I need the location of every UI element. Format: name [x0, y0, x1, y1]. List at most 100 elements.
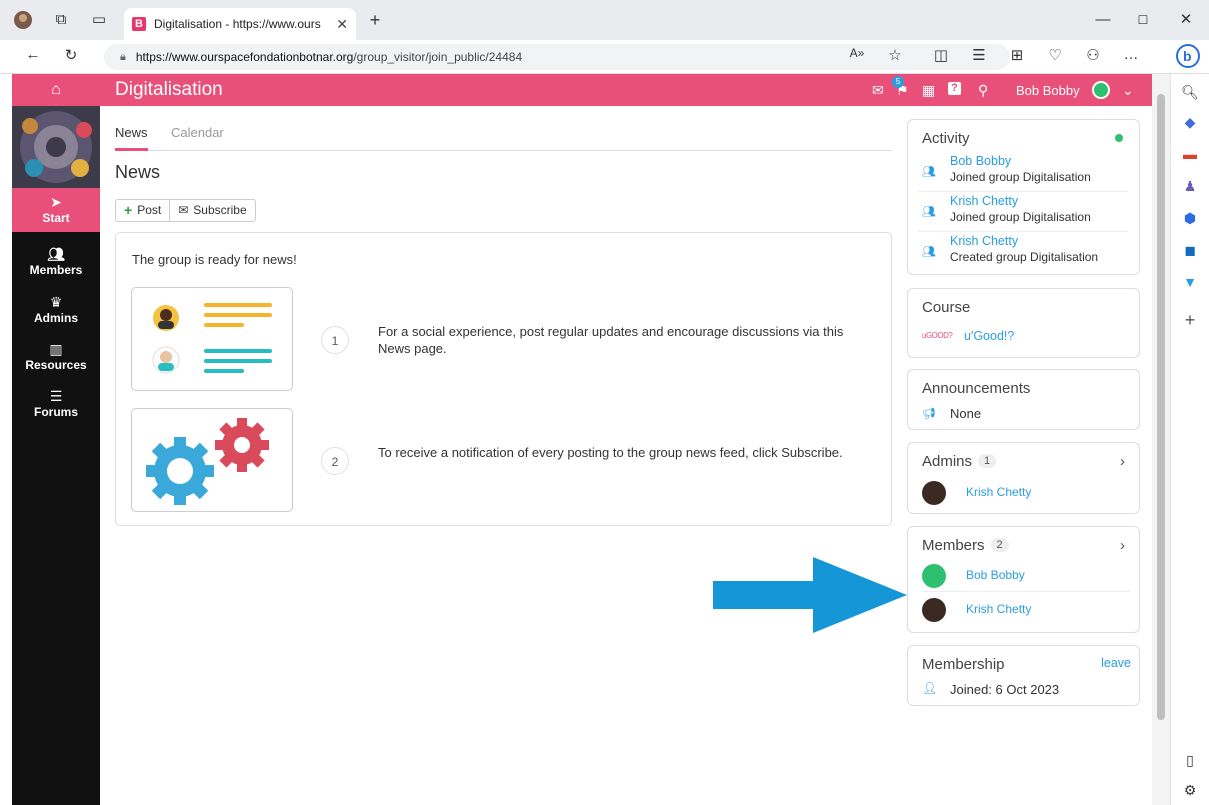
members-count-badge: 2 — [990, 538, 1009, 552]
step-text: For a social experience, post regular up… — [378, 324, 844, 356]
page-scrollbar[interactable] — [1152, 74, 1170, 805]
scrollbar-thumb[interactable] — [1157, 94, 1165, 720]
joined-date: Joined: 6 Oct 2023 — [950, 682, 1060, 697]
lock-icon: 🔒︎ — [120, 50, 126, 63]
step-number: 1 — [321, 326, 349, 354]
svg-text:b: b — [1183, 48, 1192, 64]
activity-description: Joined group Digitalisation — [950, 170, 1091, 184]
left-navigation: ➤ Start 👥︎ Members ♛ Admins ▥ Resources … — [12, 106, 100, 805]
admins-count-badge: 1 — [978, 454, 997, 468]
subscribe-button[interactable]: ✉ Subscribe — [169, 200, 254, 221]
member-row[interactable]: Krish Chetty — [922, 594, 1130, 626]
tab-calendar[interactable]: Calendar — [171, 125, 224, 146]
tools-icon[interactable]: ▬ — [1171, 146, 1209, 162]
news-empty-panel: The group is ready for news! 1 For a soc… — [115, 232, 892, 526]
split-screen-icon[interactable]: ◫ — [930, 46, 952, 64]
tab-news[interactable]: News — [115, 125, 148, 151]
close-window-icon[interactable]: ✕ — [1175, 10, 1197, 30]
activity-user-link[interactable]: Krish Chetty — [950, 234, 1018, 248]
announcements-title: Announcements — [922, 380, 1031, 397]
admin-name-link[interactable]: Krish Chetty — [966, 485, 1031, 499]
copilot-icon[interactable]: b — [1176, 44, 1200, 72]
activity-user-link[interactable]: Krish Chetty — [950, 194, 1018, 208]
refresh-icon[interactable]: ↻ — [60, 46, 82, 64]
maximize-icon[interactable]: ☐ — [1132, 10, 1154, 30]
drop-icon[interactable]: ▼ — [1171, 274, 1209, 290]
avatar — [922, 564, 946, 588]
member-name-link[interactable]: Bob Bobby — [966, 568, 1025, 582]
search-icon[interactable]: 🔍︎ — [1171, 84, 1209, 101]
members-card[interactable]: Members 2 › Bob Bobby Krish Chetty — [907, 526, 1140, 633]
chevron-down-icon[interactable]: ⌄ — [1122, 82, 1134, 98]
admin-row[interactable]: Krish Chetty — [922, 477, 1130, 509]
user-name[interactable]: Bob Bobby — [1016, 83, 1080, 98]
sidebar-layout-icon[interactable]: ▯ — [1171, 752, 1209, 769]
membership-card: Membership leave 👤︎ Joined: 6 Oct 2023 — [907, 645, 1140, 706]
games-icon[interactable]: ♟ — [1171, 178, 1209, 195]
page-title: News — [115, 162, 161, 182]
gears-illustration — [131, 408, 293, 512]
nav-label-resources: Resources — [25, 358, 87, 372]
activity-item: 👥︎ Krish Chetty Joined group Digitalisat… — [918, 194, 1128, 232]
extensions-icon[interactable]: ⚇ — [1082, 46, 1104, 64]
activity-title: Activity — [922, 130, 970, 147]
content-tabs: News Calendar — [115, 125, 892, 151]
activity-user-link[interactable]: Bob Bobby — [950, 154, 1011, 168]
office-icon[interactable]: ⬢ — [1171, 210, 1209, 227]
home-icon[interactable]: ⌂ — [12, 74, 100, 106]
calendar-icon[interactable]: ▦ — [922, 82, 935, 98]
shopping-tag-icon[interactable]: ◆ — [1171, 114, 1209, 131]
nav-item-start[interactable]: ➤ Start — [12, 188, 100, 232]
tab-title: Digitalisation - https://www.ours — [154, 17, 321, 31]
more-options-icon[interactable]: … — [1120, 46, 1142, 63]
close-tab-icon[interactable]: ✕ — [336, 16, 348, 33]
chevron-right-icon[interactable]: › — [1120, 537, 1125, 554]
user-avatar[interactable] — [1092, 81, 1110, 99]
crown-icon: ♛ — [49, 294, 63, 310]
nav-item-forums[interactable]: ☰ Forums — [12, 382, 100, 426]
nav-label-admins: Admins — [33, 311, 78, 325]
workspaces-icon[interactable]: ⧉ — [50, 10, 72, 30]
browser-essentials-icon[interactable]: ♡ — [1044, 46, 1066, 64]
member-name-link[interactable]: Krish Chetty — [966, 602, 1031, 616]
news-button-group: + Post ✉ Subscribe — [115, 199, 256, 222]
leave-link[interactable]: leave — [1101, 656, 1131, 670]
nav-item-resources[interactable]: ▥ Resources — [12, 335, 100, 379]
outlook-icon[interactable]: ◼ — [1171, 242, 1209, 259]
minimize-icon[interactable]: — — [1092, 10, 1114, 30]
member-row[interactable]: Bob Bobby — [922, 560, 1130, 592]
course-card: Course uGOOD? u'Good!? — [907, 288, 1140, 358]
browser-tab-bar: ⧉ ▭ B Digitalisation - https://www.ours … — [0, 0, 1209, 40]
favorites-icon[interactable]: ☰ — [968, 46, 990, 64]
favorite-star-icon[interactable]: ☆ — [884, 46, 906, 64]
plus-icon: + — [124, 202, 133, 218]
course-title: Course — [922, 299, 971, 316]
new-tab-button[interactable]: + — [364, 10, 386, 30]
read-aloud-icon[interactable]: A» — [846, 46, 868, 60]
mail-icon[interactable]: ✉ — [872, 82, 884, 98]
url-field[interactable]: 🔒︎ https://www.ourspacefondationbotnar.o… — [104, 44, 1010, 70]
person-icon: 👤︎ — [922, 681, 938, 695]
settings-gear-icon[interactable]: ⚙ — [1171, 782, 1209, 799]
profile-avatar-icon[interactable] — [12, 10, 34, 36]
chevron-right-icon[interactable]: › — [1120, 453, 1125, 470]
help-icon[interactable]: ? — [948, 82, 961, 95]
activity-item: 👥︎ Krish Chetty Created group Digitalisa… — [918, 234, 1128, 272]
add-sidebar-icon[interactable]: + — [1171, 310, 1209, 331]
notification-badge: 5 — [892, 76, 904, 88]
admins-card[interactable]: Admins 1 › Krish Chetty — [907, 442, 1140, 514]
collections-icon[interactable]: ⊞ — [1006, 46, 1028, 64]
nav-item-admins[interactable]: ♛ Admins — [12, 288, 100, 332]
list-icon: ☰ — [49, 388, 63, 404]
tab-actions-icon[interactable]: ▭ — [88, 10, 110, 30]
post-button[interactable]: + Post — [116, 200, 169, 221]
search-icon[interactable]: ⚲ — [978, 82, 988, 98]
members-title: Members 2 — [922, 537, 1009, 554]
users-icon: 👥︎ — [922, 206, 936, 218]
course-link[interactable]: u'Good!? — [964, 329, 1014, 343]
nav-item-members[interactable]: 👥︎ Members — [12, 240, 100, 284]
back-icon[interactable]: ← — [22, 46, 44, 63]
url-host: https://www.ourspacefondationbotnar.org — [135, 50, 354, 64]
browser-tab-active[interactable]: B Digitalisation - https://www.ours ✕ — [124, 8, 356, 40]
admins-title: Admins 1 — [922, 453, 997, 470]
